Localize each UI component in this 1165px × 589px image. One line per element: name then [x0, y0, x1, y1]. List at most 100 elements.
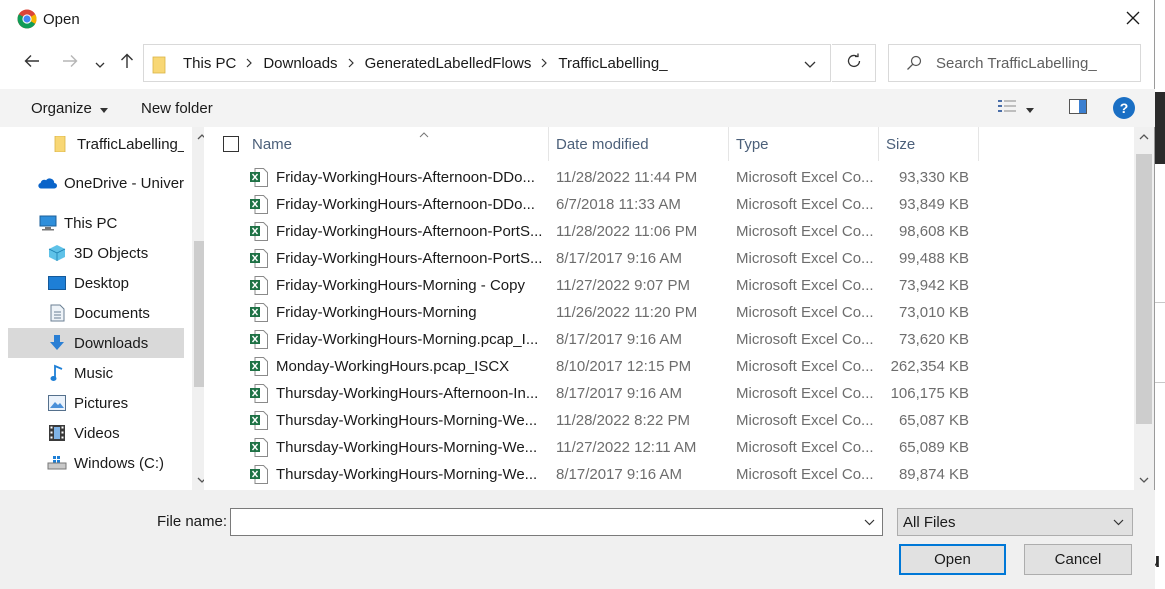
- details-view-icon: [998, 99, 1016, 117]
- downloads-icon: [47, 333, 67, 353]
- sidebar-item-videos[interactable]: Videos: [8, 418, 184, 448]
- select-all-checkbox[interactable]: [223, 136, 239, 152]
- file-list-scrollbar[interactable]: [1134, 127, 1154, 490]
- sidebar-item-desktop[interactable]: Desktop: [8, 268, 184, 298]
- preview-pane-button[interactable]: [1067, 97, 1089, 119]
- caret-down-icon: [99, 100, 108, 117]
- sidebar-item-label: OneDrive - Univer: [64, 174, 184, 192]
- file-row[interactable]: Friday-WorkingHours-Afternoon-DDo... 11/…: [204, 164, 1134, 191]
- change-view-button[interactable]: [998, 97, 1046, 119]
- sidebar-item-downloads[interactable]: Downloads: [8, 328, 184, 358]
- column-header-date-modified[interactable]: Date modified: [549, 127, 729, 161]
- scrollbar-thumb[interactable]: [194, 241, 204, 387]
- sidebar-item-label: Pictures: [74, 394, 129, 412]
- file-row[interactable]: Thursday-WorkingHours-Morning-We... 11/2…: [204, 434, 1134, 461]
- chevron-down-icon[interactable]: [860, 513, 878, 531]
- column-header-size[interactable]: Size: [879, 127, 979, 161]
- file-row[interactable]: Friday-WorkingHours-Afternoon-PortS... 1…: [204, 218, 1134, 245]
- open-button[interactable]: Open: [899, 544, 1006, 575]
- organize-menu-button[interactable]: Organize: [31, 100, 108, 117]
- file-type-filter-select[interactable]: All Files: [897, 508, 1133, 536]
- breadcrumb-this-pc[interactable]: This PC: [183, 55, 236, 72]
- back-button[interactable]: [19, 50, 45, 76]
- file-row[interactable]: Monday-WorkingHours.pcap_ISCX 8/10/2017 …: [204, 353, 1134, 380]
- sidebar-item-pictures[interactable]: Pictures: [8, 388, 184, 418]
- file-row[interactable]: Friday-WorkingHours-Morning - Copy 11/27…: [204, 272, 1134, 299]
- address-bar[interactable]: This PC Downloads GeneratedLabelledFlows…: [143, 44, 831, 82]
- column-headers: Name Date modified Type Size: [204, 127, 1134, 161]
- sidebar-item-label: Windows (C:): [74, 454, 165, 472]
- recent-locations-button[interactable]: [88, 50, 112, 76]
- caret-down-icon: [1026, 100, 1034, 117]
- sidebar-item-windows-c[interactable]: Windows (C:): [8, 448, 184, 478]
- sidebar-item-this-pc[interactable]: This PC: [8, 208, 184, 238]
- file-row[interactable]: Thursday-WorkingHours-Morning-We... 8/17…: [204, 461, 1134, 488]
- sidebar-item-label: 3D Objects: [74, 244, 149, 262]
- navigation-pane-scrollbar[interactable]: [192, 127, 204, 490]
- file-row[interactable]: Friday-WorkingHours-Afternoon-DDo... 6/7…: [204, 191, 1134, 218]
- breadcrumb-downloads[interactable]: Downloads: [263, 55, 337, 72]
- sidebar-item-trafficlabelling[interactable]: TrafficLabelling_: [8, 129, 184, 159]
- file-name-input[interactable]: [230, 508, 883, 536]
- search-box[interactable]: Search TrafficLabelling_: [888, 44, 1141, 82]
- column-header-name[interactable]: Name: [244, 127, 549, 161]
- close-button[interactable]: [1110, 0, 1155, 39]
- navigation-pane: TrafficLabelling_ OneDrive - Univer This…: [8, 127, 204, 490]
- file-row[interactable]: Friday-WorkingHours-Morning 11/26/2022 1…: [204, 299, 1134, 326]
- file-name: Friday-WorkingHours-Morning - Copy: [276, 277, 525, 294]
- refresh-button[interactable]: [832, 44, 876, 82]
- chevron-down-icon: [804, 55, 816, 72]
- chevron-right-icon[interactable]: [348, 58, 355, 68]
- column-header-type[interactable]: Type: [729, 127, 879, 161]
- sidebar-item-onedrive[interactable]: OneDrive - Univer: [8, 168, 184, 198]
- organize-label: Organize: [31, 100, 92, 117]
- sidebar-item-label: Music: [74, 364, 114, 382]
- file-row[interactable]: Thursday-WorkingHours-Morning-We... 11/2…: [204, 407, 1134, 434]
- file-name: Thursday-WorkingHours-Morning-We...: [276, 466, 538, 483]
- excel-csv-file-icon: [250, 222, 268, 241]
- sidebar-item-label: TrafficLabelling_: [77, 135, 184, 153]
- excel-csv-file-icon: [250, 330, 268, 349]
- title-bar: Open: [0, 0, 1155, 39]
- sidebar-item-music[interactable]: Music: [8, 358, 184, 388]
- onedrive-icon: [37, 173, 57, 193]
- new-folder-button[interactable]: New folder: [141, 100, 213, 117]
- help-button[interactable]: ?: [1113, 97, 1135, 119]
- up-button[interactable]: [114, 50, 140, 76]
- folder-icon: [50, 134, 70, 154]
- file-row[interactable]: Thursday-WorkingHours-Afternoon-In... 8/…: [204, 380, 1134, 407]
- scroll-down-arrow-icon[interactable]: [1134, 471, 1154, 489]
- file-date-modified: 11/26/2022 11:20 PM: [556, 304, 698, 321]
- sort-ascending-icon: [419, 127, 429, 142]
- file-type: Microsoft Excel Co...: [736, 196, 874, 213]
- forward-button[interactable]: [57, 50, 83, 76]
- file-type: Microsoft Excel Co...: [736, 412, 874, 429]
- scroll-down-arrow-icon[interactable]: [192, 471, 204, 489]
- file-row[interactable]: Friday-WorkingHours-Morning.pcap_I... 8/…: [204, 326, 1134, 353]
- sidebar-item-3d-objects[interactable]: 3D Objects: [8, 238, 184, 268]
- 3d-objects-icon: [47, 243, 67, 263]
- breadcrumb-generatedlabelledflows[interactable]: GeneratedLabelledFlows: [365, 55, 532, 72]
- file-name: Friday-WorkingHours-Morning: [276, 304, 477, 321]
- search-placeholder[interactable]: Search TrafficLabelling_: [936, 55, 1097, 72]
- cancel-button[interactable]: Cancel: [1024, 544, 1132, 575]
- computer-icon: [37, 213, 57, 233]
- file-row[interactable]: Friday-WorkingHours-Afternoon-PortS... 8…: [204, 245, 1134, 272]
- file-date-modified: 11/28/2022 11:06 PM: [556, 223, 698, 240]
- scroll-up-arrow-icon[interactable]: [192, 128, 204, 146]
- sidebar-item-documents[interactable]: Documents: [8, 298, 184, 328]
- scroll-up-arrow-icon[interactable]: [1134, 128, 1154, 146]
- column-header-label: Type: [736, 135, 769, 153]
- breadcrumb-trafficlabelling[interactable]: TrafficLabelling_: [558, 55, 667, 72]
- file-date-modified: 6/7/2018 11:33 AM: [556, 196, 681, 213]
- chevron-right-icon[interactable]: [541, 58, 548, 68]
- file-type: Microsoft Excel Co...: [736, 439, 874, 456]
- excel-csv-file-icon: [250, 303, 268, 322]
- file-size: 65,087 KB: [898, 412, 969, 429]
- address-history-dropdown[interactable]: [790, 45, 830, 81]
- file-size: 98,608 KB: [898, 223, 969, 240]
- column-header-label: Name: [252, 135, 293, 153]
- scrollbar-thumb[interactable]: [1136, 154, 1152, 424]
- excel-csv-file-icon: [250, 195, 268, 214]
- chevron-right-icon[interactable]: [246, 58, 253, 68]
